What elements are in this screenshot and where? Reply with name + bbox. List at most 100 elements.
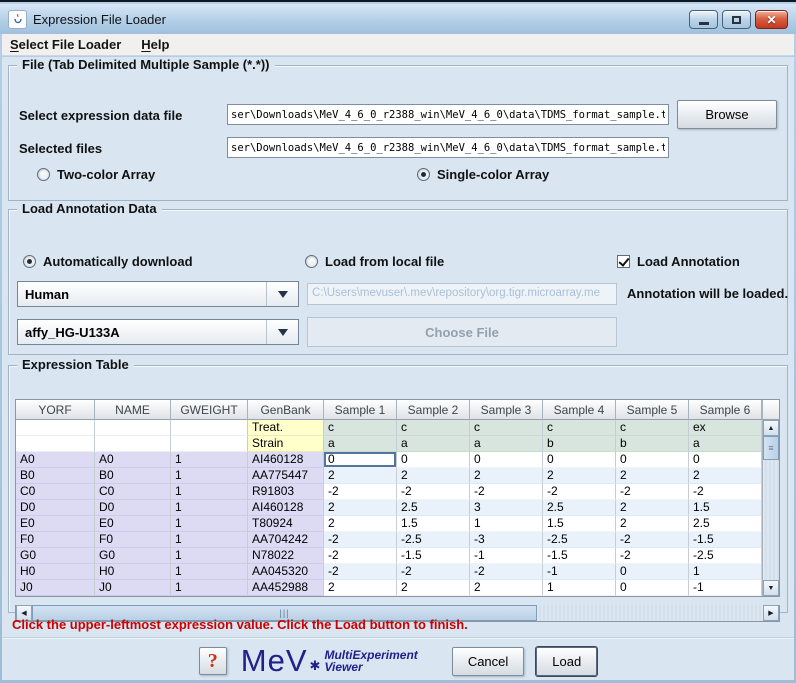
expression-value-cell[interactable]: 2.5 — [543, 500, 616, 516]
vertical-scrollbar-thumb[interactable]: ≡ — [763, 436, 779, 460]
annotation-value-cell[interactable]: c — [397, 420, 470, 436]
annotation-value-cell[interactable]: b — [543, 436, 616, 452]
title-bar[interactable]: Expression File Loader ✕ — [0, 4, 796, 34]
gene-cell[interactable]: AA704242 — [248, 532, 324, 548]
column-header[interactable]: YORF — [16, 400, 95, 420]
column-header[interactable]: Sample 4 — [543, 400, 616, 420]
gene-cell[interactable]: 1 — [171, 516, 248, 532]
annotation-value-cell[interactable]: a — [470, 436, 543, 452]
annotation-value-cell[interactable]: a — [397, 436, 470, 452]
gene-cell[interactable]: H0 — [95, 564, 171, 580]
gene-cell[interactable]: B0 — [16, 468, 95, 484]
expression-value-cell[interactable]: -2.5 — [397, 532, 470, 548]
expression-value-cell[interactable]: 0 — [397, 452, 470, 468]
gene-cell[interactable]: 1 — [171, 468, 248, 484]
menu-select-file-loader[interactable]: Select File Loader — [10, 37, 121, 52]
expression-value-cell[interactable]: 2 — [397, 468, 470, 484]
single-color-radio[interactable]: Single-color Array — [417, 167, 549, 182]
expression-value-cell[interactable]: -1 — [689, 580, 762, 596]
selected-files-input[interactable] — [227, 137, 669, 158]
chevron-down-icon[interactable] — [266, 282, 298, 306]
array-combobox[interactable]: affy_HG-U133A — [17, 319, 299, 345]
expression-value-cell[interactable]: 2.5 — [689, 516, 762, 532]
gene-cell[interactable]: AA045320 — [248, 564, 324, 580]
species-combobox[interactable]: Human — [17, 281, 299, 307]
expression-value-cell[interactable]: -2.5 — [543, 532, 616, 548]
column-header[interactable]: NAME — [95, 400, 171, 420]
expression-value-cell[interactable]: 2 — [616, 516, 689, 532]
horizontal-scrollbar-track[interactable] — [537, 605, 763, 621]
annotation-value-cell[interactable]: c — [543, 420, 616, 436]
expression-value-cell[interactable]: -3 — [470, 532, 543, 548]
expression-file-input[interactable] — [227, 104, 669, 125]
column-header[interactable]: Sample 6 — [689, 400, 762, 420]
expression-value-cell[interactable]: 2 — [689, 468, 762, 484]
expression-value-cell[interactable]: 1 — [689, 564, 762, 580]
gene-cell[interactable]: R91803 — [248, 484, 324, 500]
gene-cell[interactable]: A0 — [16, 452, 95, 468]
auto-download-radio[interactable]: Automatically download — [23, 254, 193, 269]
expression-value-cell[interactable]: 0 — [616, 580, 689, 596]
annotation-value-cell[interactable]: a — [324, 436, 397, 452]
gene-cell[interactable]: A0 — [95, 452, 171, 468]
expression-value-cell[interactable]: 3 — [470, 500, 543, 516]
expression-value-cell[interactable]: -2 — [616, 532, 689, 548]
annotation-value-cell[interactable]: ex — [689, 420, 762, 436]
expression-value-cell[interactable]: 2 — [616, 468, 689, 484]
annotation-value-cell[interactable]: b — [616, 436, 689, 452]
annotation-value-cell[interactable]: c — [470, 420, 543, 436]
scroll-up-arrow[interactable]: ▲ — [763, 420, 779, 436]
gene-cell[interactable]: D0 — [16, 500, 95, 516]
column-header[interactable]: GenBank — [248, 400, 324, 420]
expression-value-cell[interactable]: 2 — [324, 500, 397, 516]
expression-value-cell[interactable]: 1.5 — [689, 500, 762, 516]
expression-value-cell[interactable]: -2 — [324, 484, 397, 500]
expression-value-cell[interactable]: 2 — [470, 580, 543, 596]
column-header[interactable]: Sample 5 — [616, 400, 689, 420]
expression-value-cell[interactable]: 0 — [616, 564, 689, 580]
expression-value-cell[interactable]: 0 — [543, 452, 616, 468]
expression-value-cell[interactable]: -2 — [616, 484, 689, 500]
column-header[interactable]: Sample 3 — [470, 400, 543, 420]
annotation-label-cell[interactable]: Treat. — [248, 420, 324, 436]
gene-cell[interactable]: D0 — [95, 500, 171, 516]
expression-value-cell[interactable]: 0 — [616, 452, 689, 468]
expression-value-cell[interactable]: -1 — [470, 548, 543, 564]
expression-value-cell[interactable]: -2.5 — [689, 548, 762, 564]
expression-value-cell[interactable]: 0 — [689, 452, 762, 468]
expression-value-cell[interactable]: -2 — [324, 564, 397, 580]
annotation-label-cell[interactable]: Strain — [248, 436, 324, 452]
expression-value-cell[interactable]: 0 — [470, 452, 543, 468]
expression-value-cell[interactable]: 2 — [616, 500, 689, 516]
maximize-button[interactable] — [722, 10, 751, 29]
expression-value-cell[interactable]: 2 — [470, 468, 543, 484]
column-header[interactable]: Sample 2 — [397, 400, 470, 420]
gene-cell[interactable]: E0 — [16, 516, 95, 532]
gene-cell[interactable]: AA775447 — [248, 468, 324, 484]
annotation-value-cell[interactable]: c — [616, 420, 689, 436]
expression-value-cell[interactable]: 1 — [543, 580, 616, 596]
expression-value-cell[interactable]: -2 — [397, 564, 470, 580]
vertical-scrollbar[interactable]: ▲ ≡ ▼ — [762, 400, 779, 596]
gene-cell[interactable]: J0 — [16, 580, 95, 596]
gene-cell[interactable]: G0 — [95, 548, 171, 564]
expression-value-cell[interactable]: 2 — [324, 468, 397, 484]
gene-cell[interactable]: E0 — [95, 516, 171, 532]
gene-cell[interactable]: 1 — [171, 484, 248, 500]
column-header[interactable]: GWEIGHT — [171, 400, 248, 420]
annotation-value-cell[interactable]: a — [689, 436, 762, 452]
expression-value-cell[interactable]: -1.5 — [397, 548, 470, 564]
column-header[interactable]: Sample 1 — [324, 400, 397, 420]
expression-value-cell[interactable]: -2 — [397, 484, 470, 500]
gene-cell[interactable]: F0 — [95, 532, 171, 548]
gene-cell[interactable]: 1 — [171, 580, 248, 596]
chevron-down-icon[interactable] — [266, 320, 298, 344]
expression-value-cell[interactable]: -2 — [543, 484, 616, 500]
gene-cell[interactable]: 1 — [171, 452, 248, 468]
browse-button[interactable]: Browse — [677, 100, 777, 129]
expression-value-cell[interactable]: -1.5 — [543, 548, 616, 564]
vertical-scrollbar-track[interactable] — [763, 460, 779, 580]
gene-cell[interactable]: C0 — [95, 484, 171, 500]
gene-cell[interactable]: J0 — [95, 580, 171, 596]
expression-value-cell[interactable]: -1 — [543, 564, 616, 580]
